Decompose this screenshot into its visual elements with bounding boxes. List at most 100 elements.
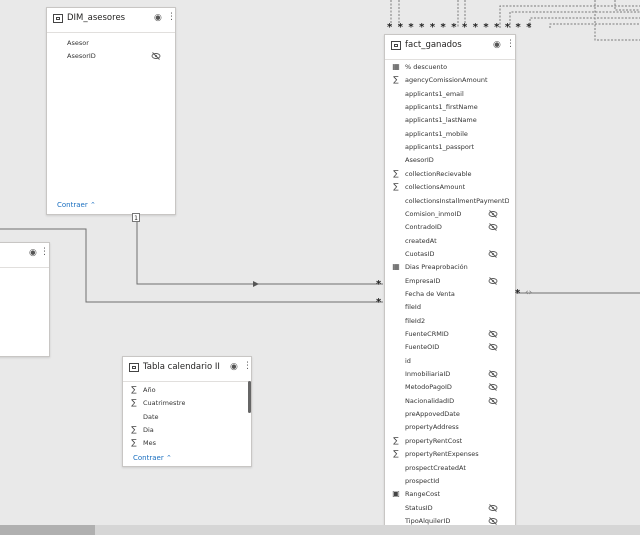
collapse-link[interactable]: Contraer ⌃ xyxy=(57,201,96,209)
sigma-icon: ∑ xyxy=(393,182,399,192)
field-row[interactable]: ∑ Dia xyxy=(123,424,251,437)
table-icon xyxy=(53,14,63,23)
hidden-field-icon xyxy=(488,250,498,258)
more-options-icon[interactable]: ⋮ xyxy=(40,248,49,257)
more-options-icon[interactable]: ⋮ xyxy=(167,13,176,22)
hidden-field-icon xyxy=(488,343,498,352)
hidden-field-icon xyxy=(488,330,498,338)
hidden-field-icon xyxy=(488,503,498,512)
field-label: FuenteOID xyxy=(405,343,440,352)
field-label: applicants1_lastName xyxy=(405,116,477,125)
table-header[interactable]: DIM_asesores ◉ ⋮ xyxy=(47,8,176,33)
field-row[interactable]: InmobiliariaID xyxy=(385,368,515,381)
sigma-icon: ∑ xyxy=(393,449,399,459)
field-row[interactable]: prospectCreatedAt xyxy=(385,462,515,475)
field-label: NacionalidadID xyxy=(405,396,455,405)
field-row[interactable]: ∑ collectionsAmount xyxy=(385,181,515,194)
hidden-field-icon xyxy=(488,383,498,392)
field-label: Dia xyxy=(143,425,154,434)
field-row[interactable]: Date xyxy=(123,411,251,424)
field-label: EmpresaID xyxy=(405,276,441,285)
field-row[interactable]: CuotasID xyxy=(385,248,515,261)
sigma-icon: ∑ xyxy=(131,385,137,394)
table-card-partial-left[interactable]: ◉ ⋮ xyxy=(0,242,50,357)
field-label: prospectCreatedAt xyxy=(405,463,466,472)
field-row[interactable]: ▦ % descuento xyxy=(385,61,515,74)
field-row[interactable]: ∑ Año xyxy=(123,384,251,397)
field-row[interactable]: ∑ propertyRentExpenses xyxy=(385,448,515,461)
chevron-up-icon: ⌃ xyxy=(89,201,96,209)
many-marker: * xyxy=(376,279,382,290)
field-row[interactable]: prospectId xyxy=(385,475,515,488)
field-row[interactable]: ▦ Dias Preaprobación xyxy=(385,261,515,274)
field-row[interactable]: FuenteCRMID xyxy=(385,328,515,341)
table-card-dim-asesores[interactable]: DIM_asesores ◉ ⋮ Asesor AsesorID Contrae… xyxy=(46,7,176,215)
table-header[interactable]: fact_ganados ◉ ⋮ xyxy=(385,35,515,60)
field-row[interactable]: createdAt xyxy=(385,235,515,248)
table-header[interactable]: ◉ ⋮ xyxy=(0,243,49,268)
field-row[interactable]: StatusID xyxy=(385,502,515,515)
hidden-field-icon xyxy=(488,276,498,285)
field-label: Comision_inmoID xyxy=(405,209,462,218)
field-row[interactable]: Comision_inmoID xyxy=(385,208,515,221)
calc-table-icon: ▦ xyxy=(392,262,400,272)
field-row[interactable]: collectionsInstallmentPaymentD... xyxy=(385,195,515,208)
field-label: propertyAddress xyxy=(405,423,459,432)
table-header[interactable]: Tabla calendario II ◉ ⋮ xyxy=(123,357,252,382)
field-row[interactable]: FuenteOID xyxy=(385,341,515,354)
table-card-fact-ganados[interactable]: fact_ganados ◉ ⋮ ▦ % descuento ∑ agencyComi… xyxy=(384,34,516,534)
field-row[interactable]: ▣ RangeCost xyxy=(385,488,515,501)
more-options-icon[interactable]: ⋮ xyxy=(506,40,515,49)
hidden-field-icon xyxy=(488,396,498,405)
field-row[interactable]: MetodoPagoID xyxy=(385,381,515,394)
field-label: Dias Preaprobación xyxy=(405,263,468,272)
field-row[interactable]: AsesorID xyxy=(385,154,515,167)
chevron-up-icon: ⌃ xyxy=(165,454,172,462)
collapse-label: Contraer xyxy=(133,454,164,462)
field-row[interactable]: id xyxy=(385,355,515,368)
eye-icon[interactable]: ◉ xyxy=(230,363,240,372)
eye-icon[interactable]: ◉ xyxy=(154,14,164,23)
field-row[interactable]: preAppovedDate xyxy=(385,408,515,421)
field-row[interactable]: Asesor xyxy=(47,37,175,50)
hidden-field-icon xyxy=(151,52,161,60)
field-row[interactable]: applicants1_email xyxy=(385,88,515,101)
table-icon xyxy=(391,41,401,50)
collapse-link[interactable]: Contraer ⌃ xyxy=(133,454,172,462)
field-row[interactable]: applicants1_mobile xyxy=(385,128,515,141)
field-row[interactable]: ∑ Cuatrimestre xyxy=(123,397,251,410)
field-row[interactable]: fileId2 xyxy=(385,315,515,328)
field-row[interactable]: fileId xyxy=(385,301,515,314)
eye-icon[interactable]: ◉ xyxy=(29,249,39,258)
field-row[interactable]: Fecha de Venta xyxy=(385,288,515,301)
sigma-icon: ∑ xyxy=(393,435,399,445)
field-label: Asesor xyxy=(67,39,89,47)
model-canvas[interactable]: * * * * * * * * * * * * * * DIM_asesores… xyxy=(0,0,640,535)
field-row[interactable]: ∑ agencyComissionAmount xyxy=(385,74,515,87)
field-row[interactable]: applicants1_passport xyxy=(385,141,515,154)
field-row[interactable]: propertyAddress xyxy=(385,421,515,434)
field-row[interactable]: ∑ Mes xyxy=(123,437,251,450)
field-row[interactable]: ContradoID xyxy=(385,221,515,234)
field-row[interactable]: NacionalidadID xyxy=(385,395,515,408)
field-row[interactable]: ∑ collectionRecievable xyxy=(385,168,515,181)
scrollbar[interactable] xyxy=(248,381,251,413)
scrollbar-thumb[interactable] xyxy=(0,525,95,535)
field-row[interactable]: applicants1_firstName xyxy=(385,101,515,114)
field-row[interactable]: AsesorID xyxy=(47,50,175,63)
field-row[interactable]: applicants1_lastName xyxy=(385,114,515,127)
field-label: collectionsAmount xyxy=(405,183,466,192)
eye-icon[interactable]: ◉ xyxy=(493,41,503,50)
horizontal-scrollbar[interactable] xyxy=(0,525,640,535)
field-label: CuotasID xyxy=(405,249,435,258)
field-row[interactable]: EmpresaID xyxy=(385,275,515,288)
table-card-tabla-calendario[interactable]: Tabla calendario II ◉ ⋮ ∑ Año ∑ Cuatrimestr… xyxy=(122,356,252,467)
sigma-icon: ∑ xyxy=(393,168,399,178)
field-row[interactable]: ∑ propertyRentCost xyxy=(385,435,515,448)
sigma-icon: ∑ xyxy=(131,424,137,434)
more-options-icon[interactable]: ⋮ xyxy=(243,362,252,371)
field-label: FuenteCRMID xyxy=(405,330,449,338)
field-label: createdAt xyxy=(405,236,437,245)
many-markers-top: * * * * * * * * * * * * * * xyxy=(387,22,533,33)
field-label: Año xyxy=(143,386,156,394)
